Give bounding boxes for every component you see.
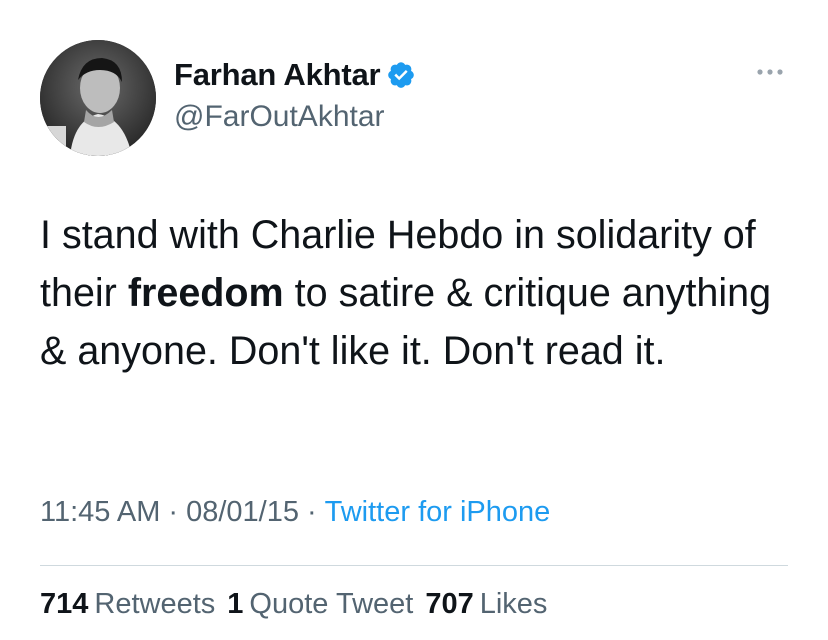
- name-row: Farhan Akhtar: [174, 56, 416, 94]
- quotes-label: Quote Tweet: [249, 588, 414, 620]
- divider: [40, 565, 788, 566]
- tweet-meta: 11:45 AM · 08/01/15 · Twitter for iPhone: [40, 496, 550, 529]
- retweets-label: Retweets: [94, 588, 216, 620]
- avatar-photo-icon: [40, 40, 156, 156]
- tweet-date[interactable]: 08/01/15: [186, 496, 299, 528]
- meta-separator: ·: [306, 496, 317, 528]
- tweet-text: I stand with Charlie Hebdo in solidarity…: [40, 206, 800, 380]
- more-options-icon[interactable]: [752, 62, 788, 82]
- tweet-time[interactable]: 11:45 AM: [40, 496, 160, 528]
- tweet-card: Farhan Akhtar @FarOutAkhtar I stand with…: [0, 0, 828, 640]
- likes-count: 707: [425, 588, 474, 620]
- quote-tweets-stat[interactable]: 1 Quote Tweet: [227, 588, 413, 621]
- verified-badge-icon: [386, 60, 416, 90]
- tweet-source-link[interactable]: Twitter for iPhone: [325, 496, 551, 528]
- user-handle[interactable]: @FarOutAkhtar: [174, 100, 416, 134]
- display-name[interactable]: Farhan Akhtar: [174, 57, 381, 93]
- retweets-count: 714: [40, 588, 89, 620]
- tweet-text-bold: freedom: [127, 271, 284, 315]
- author-block: Farhan Akhtar @FarOutAkhtar: [174, 56, 416, 134]
- avatar[interactable]: [40, 40, 156, 156]
- meta-separator: ·: [168, 496, 179, 528]
- quotes-count: 1: [227, 588, 244, 620]
- likes-stat[interactable]: 707 Likes: [425, 588, 547, 621]
- retweets-stat[interactable]: 714 Retweets: [40, 588, 215, 621]
- tweet-stats: 714 Retweets 1 Quote Tweet 707 Likes: [40, 588, 559, 621]
- likes-label: Likes: [479, 588, 548, 620]
